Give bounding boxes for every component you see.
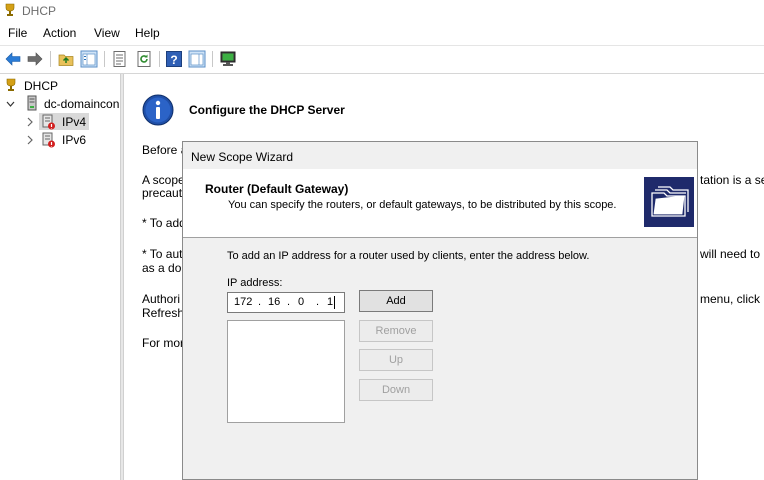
wizard-page-title: Router (Default Gateway) xyxy=(205,182,349,196)
chevron-right-icon[interactable] xyxy=(26,135,34,145)
help-icon[interactable]: ? xyxy=(165,50,183,68)
ip-dot: . xyxy=(258,296,262,308)
tree-item-dhcp[interactable]: DHCP xyxy=(4,77,120,95)
content-line: For mor xyxy=(142,336,184,350)
tree-item-server[interactable]: dc-domaincon xyxy=(4,95,120,113)
content-line: Refresh. xyxy=(142,306,188,320)
export-list-icon[interactable] xyxy=(111,50,129,68)
content-line: menu, click xyxy=(700,292,761,306)
toolbar: ? xyxy=(0,45,764,74)
content-heading: Configure the DHCP Server xyxy=(189,103,345,117)
toolbar-separator xyxy=(212,51,213,67)
menu-file[interactable]: File xyxy=(8,26,27,40)
content-line: precauti xyxy=(142,186,185,200)
ip-octet[interactable]: 16 xyxy=(268,296,280,308)
dhcp-app-icon xyxy=(5,3,15,16)
tree-label-ipv4: IPv4 xyxy=(62,115,87,129)
wizard-title: New Scope Wizard xyxy=(191,150,294,164)
window-title: DHCP xyxy=(22,4,57,18)
content-line: * To aut xyxy=(142,247,183,261)
tree-label-ipv6: IPv6 xyxy=(62,133,87,147)
tree-item-ipv6[interactable]: IPv6 xyxy=(24,131,118,149)
menu-help[interactable]: Help xyxy=(135,26,160,40)
content-line: A scope xyxy=(142,173,185,187)
back-arrow-icon[interactable] xyxy=(4,50,22,68)
server-icon xyxy=(27,95,37,111)
title-bar: DHCP xyxy=(0,0,764,22)
menu-view[interactable]: View xyxy=(94,26,120,40)
info-icon xyxy=(142,94,174,126)
monitor-icon[interactable] xyxy=(219,50,237,68)
content-line: will need to xyxy=(700,247,761,261)
ip-address-label: IP address: xyxy=(227,277,283,289)
forward-arrow-icon[interactable] xyxy=(26,50,44,68)
refresh-icon[interactable] xyxy=(135,50,153,68)
content-line: * To add xyxy=(142,216,186,230)
new-scope-wizard-dialog: New Scope Wizard Router (Default Gateway… xyxy=(182,141,698,480)
ip-address-input[interactable]: 172 . 16 . 0 . 1 xyxy=(227,292,345,313)
folders-icon xyxy=(644,177,694,227)
content-line: as a dor xyxy=(142,261,186,275)
show-hide-tree-icon[interactable] xyxy=(80,50,98,68)
svg-text:?: ? xyxy=(170,53,177,67)
toolbar-separator xyxy=(50,51,51,67)
text-cursor xyxy=(334,296,335,309)
content-line: tation is a sec xyxy=(700,173,764,187)
wizard-page-subtitle: You can specify the routers, or default … xyxy=(228,199,617,211)
chevron-right-icon[interactable] xyxy=(26,117,34,127)
tree-label-server: dc-domaincon xyxy=(44,97,120,111)
toolbar-separator xyxy=(104,51,105,67)
tree-label-dhcp: DHCP xyxy=(24,79,59,93)
up-button[interactable]: Up xyxy=(359,349,433,371)
content-line: Before a xyxy=(142,143,188,157)
wizard-header: Router (Default Gateway) You can specify… xyxy=(183,169,697,238)
content-line: Authori xyxy=(142,292,181,306)
ipv6-scope-icon xyxy=(42,132,55,148)
ipv4-scope-icon xyxy=(42,114,55,130)
toolbar-separator xyxy=(159,51,160,67)
remove-button[interactable]: Remove xyxy=(359,320,433,342)
show-action-pane-icon[interactable] xyxy=(188,50,206,68)
ip-dot: . xyxy=(287,296,291,308)
dhcp-icon xyxy=(6,78,16,91)
down-button[interactable]: Down xyxy=(359,379,433,401)
chevron-down-icon[interactable] xyxy=(6,100,15,108)
ip-octet[interactable]: 172 xyxy=(234,296,252,308)
add-button[interactable]: Add xyxy=(359,290,433,312)
menu-action[interactable]: Action xyxy=(43,26,76,40)
tree-item-ipv4[interactable]: IPv4 xyxy=(24,113,118,131)
router-address-list[interactable] xyxy=(227,320,345,423)
wizard-instruction: To add an IP address for a router used b… xyxy=(227,250,590,262)
menu-bar: File Action View Help xyxy=(0,23,764,43)
console-tree: DHCP dc-domaincon IPv4 IPv6 xyxy=(0,74,120,480)
ip-octet[interactable]: 1 xyxy=(327,296,333,308)
ip-octet[interactable]: 0 xyxy=(298,296,304,308)
ip-dot: . xyxy=(316,296,320,308)
up-folder-icon[interactable] xyxy=(57,50,75,68)
